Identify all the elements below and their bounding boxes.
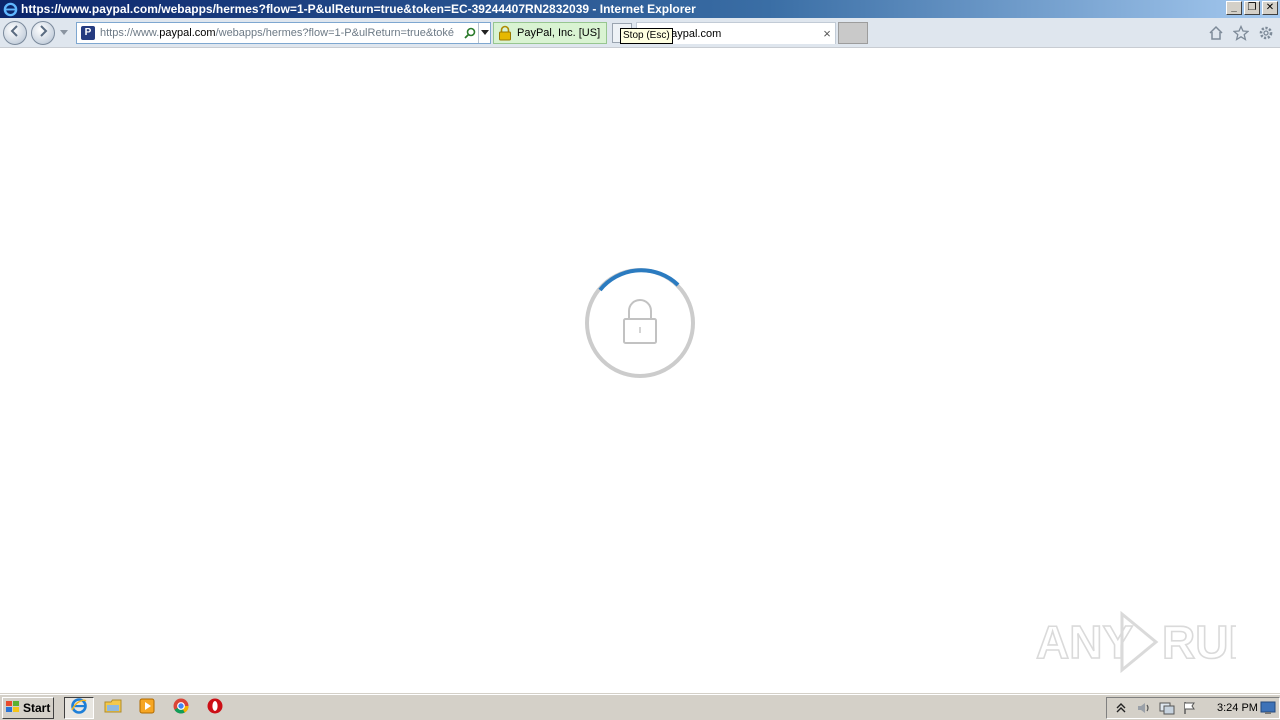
start-label: Start [23, 701, 51, 715]
minimize-button[interactable]: _ [1226, 1, 1242, 15]
opera-icon [206, 697, 224, 720]
system-tray: 3:24 PM [1106, 697, 1280, 719]
anyrun-watermark: ANY RUN [1035, 606, 1262, 676]
window-title: https://www.paypal.com/webapps/hermes?fl… [21, 2, 696, 16]
network-icon[interactable] [1158, 699, 1176, 717]
certificate-badge[interactable]: PayPal, Inc. [US] [493, 22, 607, 44]
favorites-star-icon[interactable] [1232, 24, 1249, 41]
taskbar-file-explorer[interactable] [98, 697, 128, 719]
address-bar[interactable]: P https://www.paypal.com/webapps/hermes?… [76, 22, 491, 44]
restore-button[interactable]: ❐ [1244, 1, 1260, 15]
watermark-any: ANY [1036, 616, 1133, 668]
back-icon [8, 24, 22, 43]
forward-button[interactable] [31, 21, 55, 45]
window-titlebar: https://www.paypal.com/webapps/hermes?fl… [0, 0, 1280, 18]
clock[interactable]: 3:24 PM [1217, 702, 1258, 714]
watermark-run: RUN [1162, 616, 1236, 668]
media-player-icon [138, 697, 156, 720]
taskbar: Start 3:24 PM [0, 694, 1280, 720]
new-tab-button[interactable] [838, 22, 868, 44]
start-button[interactable]: Start [2, 697, 54, 719]
close-window-button[interactable]: ✕ [1262, 1, 1278, 15]
url-path: /webapps/hermes?flow=1-P&ulReturn=true&t… [215, 27, 455, 39]
taskbar-opera[interactable] [200, 697, 230, 719]
taskbar-chrome[interactable] [166, 697, 196, 719]
spinner-arc [598, 268, 680, 292]
home-icon[interactable] [1207, 24, 1224, 41]
taskbar-internet-explorer[interactable] [64, 697, 94, 719]
padlock-icon [498, 25, 512, 41]
url-domain: paypal.com [159, 27, 216, 39]
loading-spinner [584, 267, 696, 379]
taskbar-media-player[interactable] [132, 697, 162, 719]
url-prefix: https://www. [100, 27, 160, 39]
page-content: ANY RUN [0, 48, 1280, 691]
address-url[interactable]: https://www.paypal.com/webapps/hermes?fl… [100, 27, 462, 39]
certificate-label: PayPal, Inc. [US] [517, 27, 601, 39]
action-center-flag-icon[interactable] [1181, 699, 1199, 717]
search-icon[interactable] [462, 25, 478, 41]
settings-gear-icon[interactable] [1257, 24, 1274, 41]
show-hidden-icons-icon[interactable] [1112, 699, 1130, 717]
chrome-icon [172, 697, 190, 720]
internet-explorer-icon [70, 697, 88, 720]
lock-icon [623, 299, 657, 344]
forward-icon [36, 24, 50, 43]
file-explorer-icon [104, 698, 122, 719]
windows-logo-icon [5, 700, 21, 717]
address-dropdown-button[interactable] [478, 23, 490, 43]
ie-logo-icon [2, 1, 18, 17]
back-button[interactable] [3, 21, 27, 45]
volume-icon[interactable] [1135, 699, 1153, 717]
history-dropdown-icon[interactable] [60, 30, 68, 35]
tab-close-icon[interactable]: × [819, 26, 835, 41]
paypal-favicon-icon: P [81, 26, 95, 40]
show-desktop-icon[interactable] [1260, 701, 1276, 715]
stop-tooltip: Stop (Esc) [620, 28, 673, 44]
